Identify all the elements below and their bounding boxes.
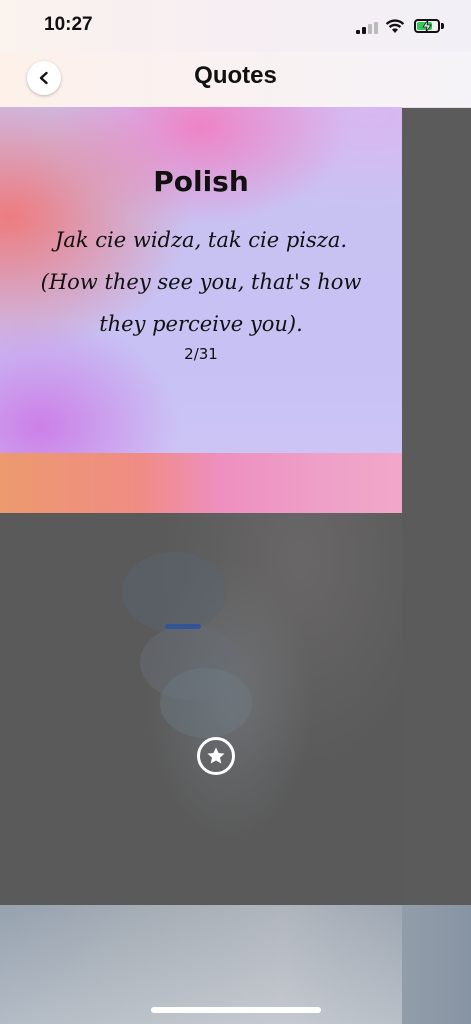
- page-title: Quotes: [194, 62, 277, 89]
- card-band: [0, 453, 402, 513]
- background-shape: [165, 624, 201, 629]
- background-shape: [122, 552, 226, 632]
- star-icon: [207, 747, 225, 764]
- quote-counter: 2/31: [184, 345, 218, 363]
- quotes-screen: 10:27 Quotes Polish Jak cie widza, tak c…: [0, 0, 471, 1024]
- quote-text: Jak cie widza, tak cie pisza. (How they …: [40, 228, 362, 336]
- quote-card[interactable]: Polish Jak cie widza, tak cie pisza. (Ho…: [0, 107, 402, 513]
- battery-cap: [441, 23, 444, 29]
- background-shape: [160, 668, 252, 738]
- wifi-icon: [385, 19, 405, 33]
- next-card-peek: [402, 107, 471, 907]
- charging-bolt-icon: [422, 19, 432, 33]
- status-bar: 10:27: [0, 0, 471, 52]
- navigation-bar: Quotes: [0, 52, 471, 108]
- status-time: 10:27: [44, 14, 93, 35]
- favorite-button[interactable]: [197, 737, 235, 775]
- quote-language-title: Polish: [153, 165, 249, 198]
- signal-icon: [356, 22, 378, 34]
- home-indicator[interactable]: [151, 1007, 321, 1013]
